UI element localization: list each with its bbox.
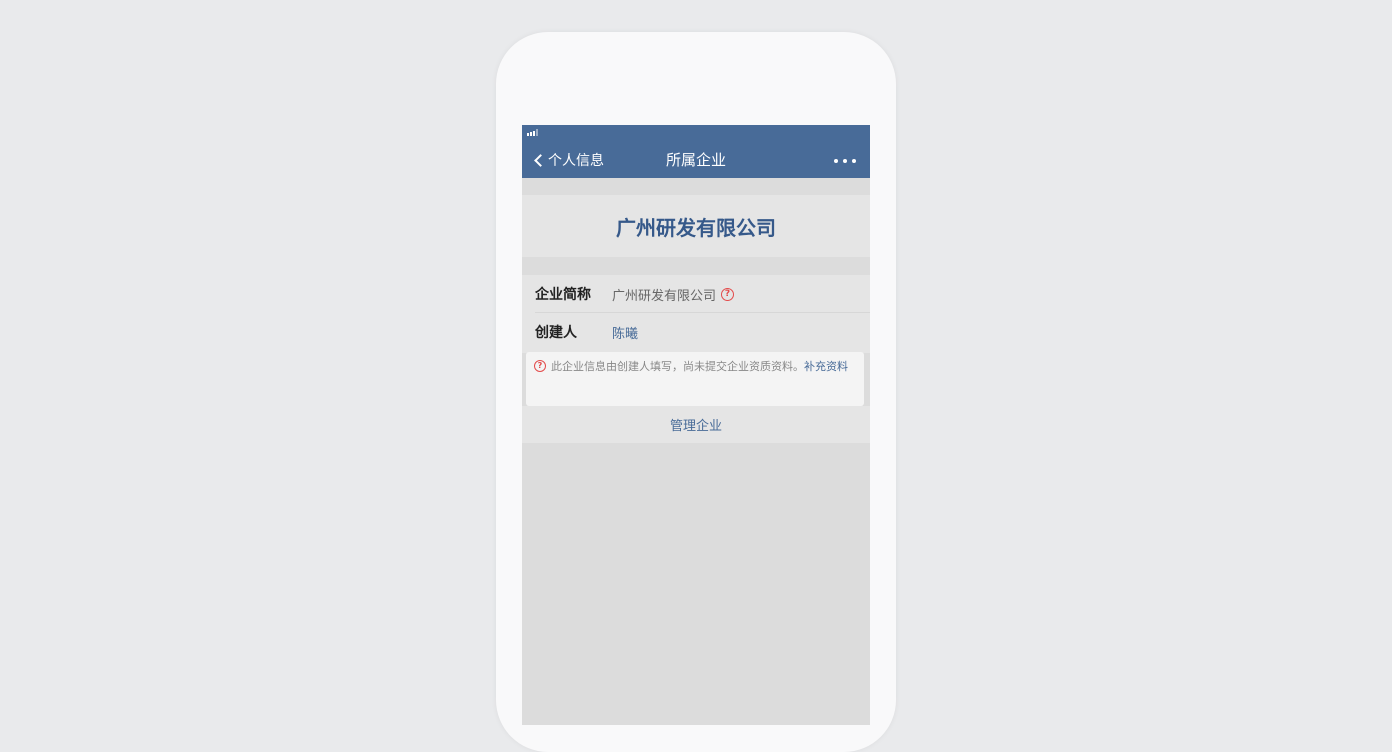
short-name-text: 广州研发有限公司 bbox=[612, 288, 717, 304]
app-screen: 个人信息 所属企业 广州研发有限公司 企业简称 广州研发有限公司 ? 创建人 陈… bbox=[522, 125, 870, 725]
company-info-list: 企业简称 广州研发有限公司 ? 创建人 陈曦 bbox=[522, 275, 870, 353]
company-header: 广州研发有限公司 bbox=[522, 195, 870, 257]
supplement-materials-link[interactable]: 补充资料 bbox=[804, 360, 848, 373]
more-dots-icon[interactable] bbox=[834, 158, 856, 164]
short-name-label: 企业简称 bbox=[535, 287, 591, 303]
short-name-value: 广州研发有限公司 ? bbox=[612, 285, 735, 304]
manage-company-button[interactable]: 管理企业 bbox=[522, 406, 870, 443]
navigation-bar: 个人信息 所属企业 bbox=[522, 125, 870, 178]
qualification-notice: ? 此企业信息由创建人填写，尚未提交企业资质资料。补充资料 bbox=[526, 352, 864, 406]
creator-row: 创建人 陈曦 bbox=[522, 313, 870, 351]
creator-link[interactable]: 陈曦 bbox=[612, 323, 638, 342]
notice-message: 此企业信息由创建人填写，尚未提交企业资质资料。 bbox=[551, 360, 804, 373]
company-name: 广州研发有限公司 bbox=[616, 215, 776, 240]
question-circle-icon[interactable]: ? bbox=[721, 287, 735, 301]
creator-label: 创建人 bbox=[535, 325, 577, 341]
signal-icon bbox=[527, 129, 538, 136]
page-title: 所属企业 bbox=[665, 151, 726, 169]
notice-text: 此企业信息由创建人填写，尚未提交企业资质资料。补充资料 bbox=[551, 359, 856, 374]
short-name-row: 企业简称 广州研发有限公司 ? bbox=[522, 275, 870, 313]
question-circle-icon: ? bbox=[534, 360, 546, 372]
